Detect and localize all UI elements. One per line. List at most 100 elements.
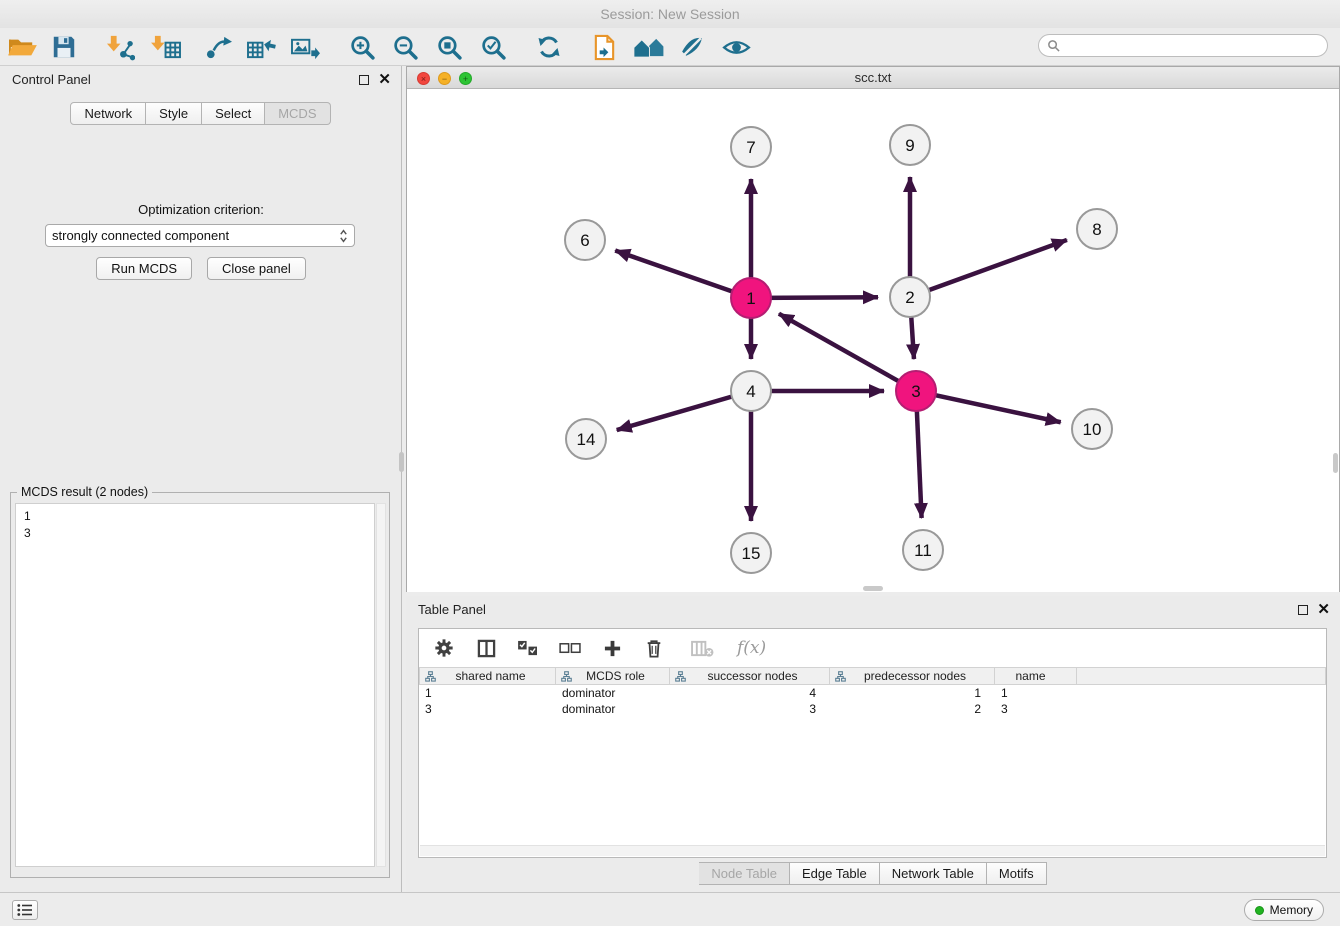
result-scrollbar[interactable] bbox=[376, 503, 386, 867]
graph-edge-3-10[interactable] bbox=[924, 393, 1061, 423]
table-row[interactable]: 1 dominator 4 1 1 bbox=[419, 685, 1326, 701]
table-horizontal-scrollbar[interactable] bbox=[420, 845, 1325, 856]
canvas-horizontal-scrollbar[interactable] bbox=[863, 586, 883, 591]
table-settings-button[interactable] bbox=[431, 636, 457, 660]
table-cell[interactable]: 4 bbox=[670, 685, 830, 701]
search-input[interactable] bbox=[1065, 39, 1319, 53]
close-panel-button[interactable]: Close panel bbox=[207, 257, 306, 280]
tab-edge-table[interactable]: Edge Table bbox=[790, 862, 880, 885]
mcds-result-item[interactable]: 1 bbox=[16, 508, 374, 525]
close-window-button[interactable]: × bbox=[417, 72, 430, 85]
apply-style-button[interactable] bbox=[673, 30, 709, 64]
graph-node-1[interactable]: 1 bbox=[731, 278, 771, 318]
deselect-all-button[interactable] bbox=[557, 636, 583, 660]
mcds-result-item[interactable]: 3 bbox=[16, 525, 374, 542]
graph-node-9[interactable]: 9 bbox=[890, 125, 930, 165]
graph-node-3[interactable]: 3 bbox=[896, 371, 936, 411]
canvas-vertical-scrollbar[interactable] bbox=[1333, 453, 1338, 473]
delete-row-button[interactable] bbox=[641, 636, 667, 660]
graph-edge-3-11[interactable] bbox=[916, 399, 921, 518]
function-builder-button[interactable]: f(x) bbox=[737, 638, 766, 658]
export-image-button[interactable] bbox=[287, 30, 323, 64]
zoom-in-button[interactable] bbox=[344, 30, 380, 64]
column-header-successor-nodes[interactable]: successor nodes bbox=[670, 667, 830, 685]
graph-node-11[interactable]: 11 bbox=[903, 530, 943, 570]
network-canvas[interactable]: 7 9 6 8 1 2 4 3 14 10 15 11 bbox=[407, 89, 1339, 592]
tab-select[interactable]: Select bbox=[202, 102, 265, 125]
graph-edge-4-14[interactable] bbox=[617, 393, 744, 430]
svg-text:6: 6 bbox=[580, 231, 589, 250]
show-hide-button[interactable] bbox=[718, 30, 754, 64]
export-table-button[interactable] bbox=[243, 30, 279, 64]
tab-motifs[interactable]: Motifs bbox=[987, 862, 1047, 885]
task-history-button[interactable] bbox=[12, 900, 38, 920]
table-toolbar: f(x) bbox=[419, 629, 1326, 667]
new-network-button[interactable] bbox=[200, 30, 236, 64]
annotation-document-button[interactable] bbox=[586, 30, 622, 64]
tab-network[interactable]: Network bbox=[70, 102, 146, 125]
refresh-button[interactable] bbox=[531, 30, 567, 64]
titlebar: Session: New Session bbox=[0, 0, 1340, 28]
graph-node-2[interactable]: 2 bbox=[890, 277, 930, 317]
network-view-window: × − + scc.txt 7 9 6 8 1 2 4 3 14 10 15 11 bbox=[406, 66, 1340, 592]
graph-edge-1-2[interactable] bbox=[759, 297, 878, 298]
graph-edge-1-6[interactable] bbox=[615, 251, 743, 296]
save-session-button[interactable] bbox=[46, 30, 82, 64]
graph-node-6[interactable]: 6 bbox=[565, 220, 605, 260]
float-panel-icon[interactable] bbox=[359, 75, 369, 85]
table-cell[interactable]: 1 bbox=[995, 685, 1077, 701]
network-graph[interactable]: 7 9 6 8 1 2 4 3 14 10 15 11 bbox=[407, 89, 1339, 592]
tab-mcds[interactable]: MCDS bbox=[265, 102, 330, 125]
criterion-dropdown[interactable]: strongly connected component bbox=[45, 224, 355, 247]
table-cell[interactable]: dominator bbox=[556, 685, 670, 701]
svg-text:10: 10 bbox=[1083, 420, 1102, 439]
memory-button[interactable]: Memory bbox=[1244, 899, 1324, 921]
zoom-out-button[interactable] bbox=[387, 30, 423, 64]
zoom-selected-button[interactable] bbox=[475, 30, 511, 64]
delete-column-button-disabled[interactable] bbox=[689, 636, 715, 660]
graph-node-4[interactable]: 4 bbox=[731, 371, 771, 411]
import-table-icon bbox=[151, 34, 182, 61]
panel-splitter-handle[interactable] bbox=[399, 452, 404, 472]
import-table-button[interactable] bbox=[148, 30, 184, 64]
table-panel: Table Panel ✕ bbox=[406, 596, 1340, 892]
memory-label: Memory bbox=[1270, 903, 1313, 917]
show-columns-button[interactable] bbox=[473, 636, 499, 660]
zoom-window-button[interactable]: + bbox=[459, 72, 472, 85]
home-icon bbox=[633, 35, 664, 60]
table-cell[interactable]: 1 bbox=[830, 685, 995, 701]
table-row[interactable]: 3 dominator 3 2 3 bbox=[419, 701, 1326, 717]
network-window-titlebar[interactable]: × − + scc.txt bbox=[407, 67, 1339, 89]
table-cell[interactable]: 3 bbox=[419, 701, 556, 717]
add-column-button[interactable] bbox=[599, 636, 625, 660]
column-header-mcds-role[interactable]: MCDS role bbox=[556, 667, 670, 685]
open-file-button[interactable] bbox=[4, 30, 40, 64]
graph-edge-2-8[interactable] bbox=[918, 240, 1067, 294]
graph-edge-3-1[interactable] bbox=[779, 314, 909, 387]
minimize-window-button[interactable]: − bbox=[438, 72, 451, 85]
select-all-button[interactable] bbox=[515, 636, 541, 660]
home-button[interactable] bbox=[630, 30, 666, 64]
close-panel-icon[interactable]: ✕ bbox=[378, 75, 391, 85]
import-network-button[interactable] bbox=[101, 30, 137, 64]
graph-node-15[interactable]: 15 bbox=[731, 533, 771, 573]
table-cell[interactable]: 3 bbox=[995, 701, 1077, 717]
float-table-panel-icon[interactable] bbox=[1298, 605, 1308, 615]
column-header-predecessor-nodes[interactable]: predecessor nodes bbox=[830, 667, 995, 685]
table-cell[interactable]: 2 bbox=[830, 701, 995, 717]
graph-node-8[interactable]: 8 bbox=[1077, 209, 1117, 249]
column-header-shared-name[interactable]: shared name bbox=[419, 667, 556, 685]
table-cell[interactable]: 1 bbox=[419, 685, 556, 701]
tab-network-table[interactable]: Network Table bbox=[880, 862, 987, 885]
tab-style[interactable]: Style bbox=[146, 102, 202, 125]
table-cell[interactable]: dominator bbox=[556, 701, 670, 717]
graph-node-14[interactable]: 14 bbox=[566, 419, 606, 459]
close-table-panel-icon[interactable]: ✕ bbox=[1317, 605, 1330, 615]
tab-node-table[interactable]: Node Table bbox=[699, 862, 790, 885]
table-cell[interactable]: 3 bbox=[670, 701, 830, 717]
column-header-name[interactable]: name bbox=[995, 667, 1077, 685]
zoom-fit-button[interactable] bbox=[431, 30, 467, 64]
graph-node-10[interactable]: 10 bbox=[1072, 409, 1112, 449]
run-mcds-button[interactable]: Run MCDS bbox=[96, 257, 192, 280]
graph-node-7[interactable]: 7 bbox=[731, 127, 771, 167]
